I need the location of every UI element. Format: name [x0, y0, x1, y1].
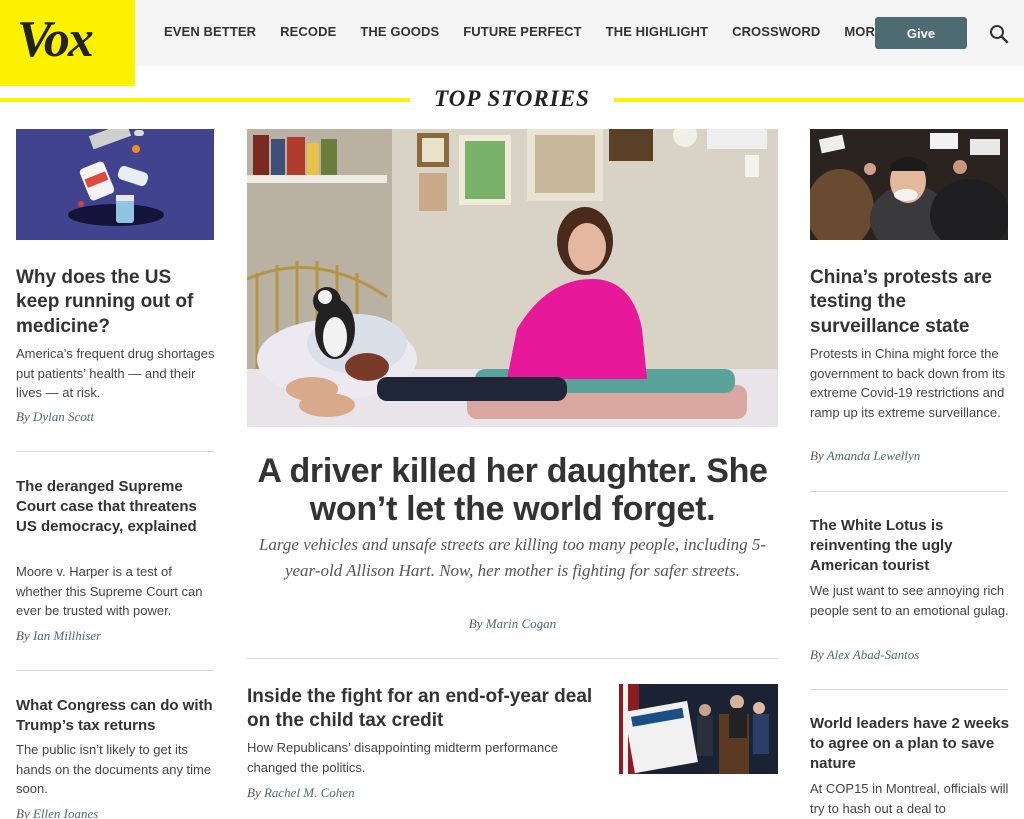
lead-story-headline[interactable]: A driver killed her daughter. She won’t … [247, 452, 778, 528]
column-divider [16, 451, 214, 452]
nav-item-the-goods[interactable]: THE GOODS [360, 24, 439, 39]
story-dek: America’s frequent drug shortages put pa… [16, 346, 215, 400]
story-byline: By Dylan Scott [16, 409, 216, 425]
story-headline[interactable]: Inside the fight for an end-of-year deal… [247, 685, 597, 733]
story-headline[interactable]: World leaders have 2 weeks to agree on a… [810, 714, 1010, 774]
story-byline: By Ellen Ioanes [16, 806, 216, 819]
author-link[interactable]: Ian Millhiser [33, 628, 101, 643]
story-dek: Moore v. Harper is a test of whether thi… [16, 564, 203, 618]
main-nav: EVEN BETTER RECODE THE GOODS FUTURE PERF… [164, 24, 924, 39]
byline-prefix: By [16, 409, 30, 424]
banner-rule-left [0, 98, 410, 102]
author-link[interactable]: Alex Abad-Santos [827, 647, 920, 662]
search-icon[interactable] [989, 24, 1009, 44]
byline-prefix: By [468, 616, 483, 631]
story-headline[interactable]: Why does the US keep running out of medi… [16, 266, 216, 339]
story-dek: We just want to see annoying rich people… [810, 583, 1009, 618]
byline-prefix: By [16, 806, 30, 819]
story-dek: How Republicans’ disappointing midterm p… [247, 740, 558, 775]
nav-item-the-highlight[interactable]: THE HIGHLIGHT [606, 24, 708, 39]
story-dek: At COP15 in Montreal, officials will try… [810, 781, 1009, 816]
give-button[interactable]: Give [875, 17, 967, 49]
site-header: EVEN BETTER RECODE THE GOODS FUTURE PERF… [0, 0, 1024, 66]
column-divider [810, 491, 1008, 492]
story-byline: By Ian Millhiser [16, 628, 216, 644]
banner-rule-right [614, 98, 1024, 102]
author-link[interactable]: Ellen Ioanes [33, 806, 98, 819]
author-link[interactable]: Rachel M. Cohen [264, 785, 355, 800]
byline-prefix: By [16, 628, 30, 643]
column-divider [810, 689, 1008, 690]
medicine-story-image[interactable] [16, 129, 214, 240]
child-tax-credit-image[interactable] [619, 684, 778, 774]
author-link[interactable]: Marin Cogan [486, 616, 556, 631]
story-dek: The public isn’t likely to get its hands… [16, 742, 212, 796]
byline-prefix: By [247, 785, 261, 800]
section-title: TOP STORIES [434, 86, 590, 111]
lead-story-byline: By Marin Cogan [247, 616, 778, 632]
story-headline[interactable]: What Congress can do with Trump’s tax re… [16, 696, 216, 736]
story-headline[interactable]: China’s protests are testing the surveil… [810, 266, 1010, 339]
byline-prefix: By [810, 448, 824, 463]
china-protests-image[interactable] [810, 129, 1008, 240]
story-dek: Protests in China might force the govern… [810, 346, 1006, 420]
author-link[interactable]: Dylan Scott [33, 409, 94, 424]
story-byline: By Amanda Lewellyn [810, 448, 1010, 464]
author-link[interactable]: Amanda Lewellyn [827, 448, 921, 463]
column-divider [16, 670, 214, 671]
nav-item-recode[interactable]: RECODE [280, 24, 336, 39]
story-byline: By Rachel M. Cohen [247, 785, 597, 801]
logo-wordmark: Vox [17, 11, 94, 68]
center-divider [247, 658, 778, 659]
story-headline[interactable]: The White Lotus is reinventing the ugly … [810, 516, 1010, 576]
story-byline: By Alex Abad-Santos [810, 647, 1010, 663]
nav-item-crossword[interactable]: CROSSWORD [732, 24, 820, 39]
nav-item-future-perfect[interactable]: FUTURE PERFECT [463, 24, 581, 39]
lead-story-image[interactable] [247, 129, 778, 427]
lead-story-dek: Large vehicles and unsafe streets are ki… [258, 535, 767, 580]
nav-item-even-better[interactable]: EVEN BETTER [164, 24, 256, 39]
story-headline[interactable]: The deranged Supreme Court case that thr… [16, 477, 216, 537]
byline-prefix: By [810, 647, 824, 662]
vox-logo[interactable]: Vox [0, 0, 135, 86]
